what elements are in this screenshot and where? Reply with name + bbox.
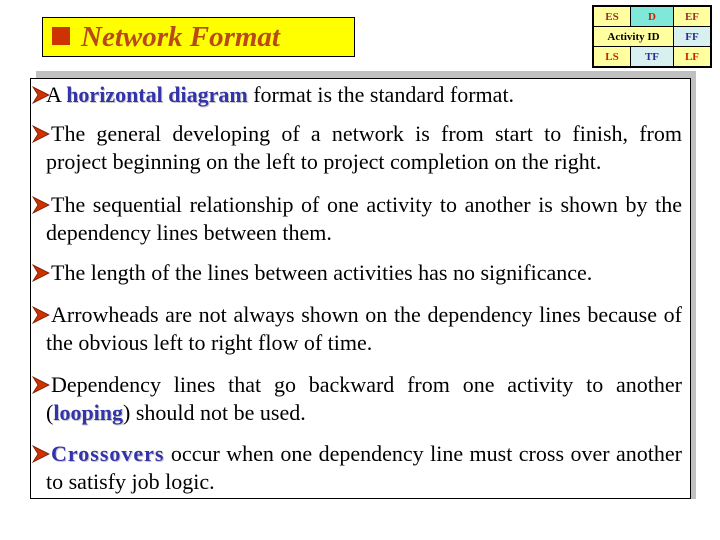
bullet-text: The general developing of a network is f… [46, 121, 682, 174]
bullet-text: format is the standard format. [247, 82, 515, 107]
bullet-item: The length of the lines between activiti… [31, 259, 682, 287]
bullet-item: Arrowheads are not always shown on the d… [31, 301, 682, 357]
slide-title: Network Format [81, 21, 280, 53]
bullet-item: Dependency lines that go backward from o… [31, 371, 682, 427]
arrow-bullet-icon [32, 86, 50, 104]
bullet-item: The sequential relationship of one activ… [31, 191, 682, 247]
bullet-item: The general developing of a network is f… [31, 120, 682, 176]
arrow-bullet-icon [32, 306, 50, 324]
activity-node-legend: ES D EF Activity ID FF LS TF LF [592, 5, 712, 68]
bullet-item: A horizontal diagram format is the stand… [31, 81, 682, 109]
bullet-text: The sequential relationship of one activ… [46, 192, 682, 245]
cell-tf: TF [630, 46, 674, 68]
cell-es: ES [592, 5, 631, 27]
highlight-term: horizontal diagram [66, 82, 248, 107]
arrow-bullet-icon [32, 125, 50, 143]
arrow-bullet-icon [32, 376, 50, 394]
slide-title-box: Network Format [42, 17, 355, 57]
highlight-term: Crossovers [51, 441, 165, 466]
arrow-bullet-icon [32, 445, 50, 463]
bullet-item: Crossovers occur when one dependency lin… [31, 440, 682, 496]
square-bullet-icon [52, 27, 70, 45]
bullet-text: ) should not be used. [123, 400, 306, 425]
cell-ls: LS [592, 46, 631, 68]
bullet-text: The length of the lines between activiti… [51, 260, 593, 285]
cell-d: D [630, 5, 674, 27]
bullet-text: Arrowheads are not always shown on the d… [46, 302, 682, 355]
arrow-bullet-icon [32, 196, 50, 214]
cell-activity-id: Activity ID [592, 26, 674, 47]
highlight-term: looping [53, 400, 124, 425]
cell-lf: LF [673, 46, 712, 68]
content-box: A horizontal diagram format is the stand… [30, 78, 691, 499]
arrow-bullet-icon [32, 264, 50, 282]
cell-ff: FF [673, 26, 712, 47]
cell-ef: EF [673, 5, 712, 27]
